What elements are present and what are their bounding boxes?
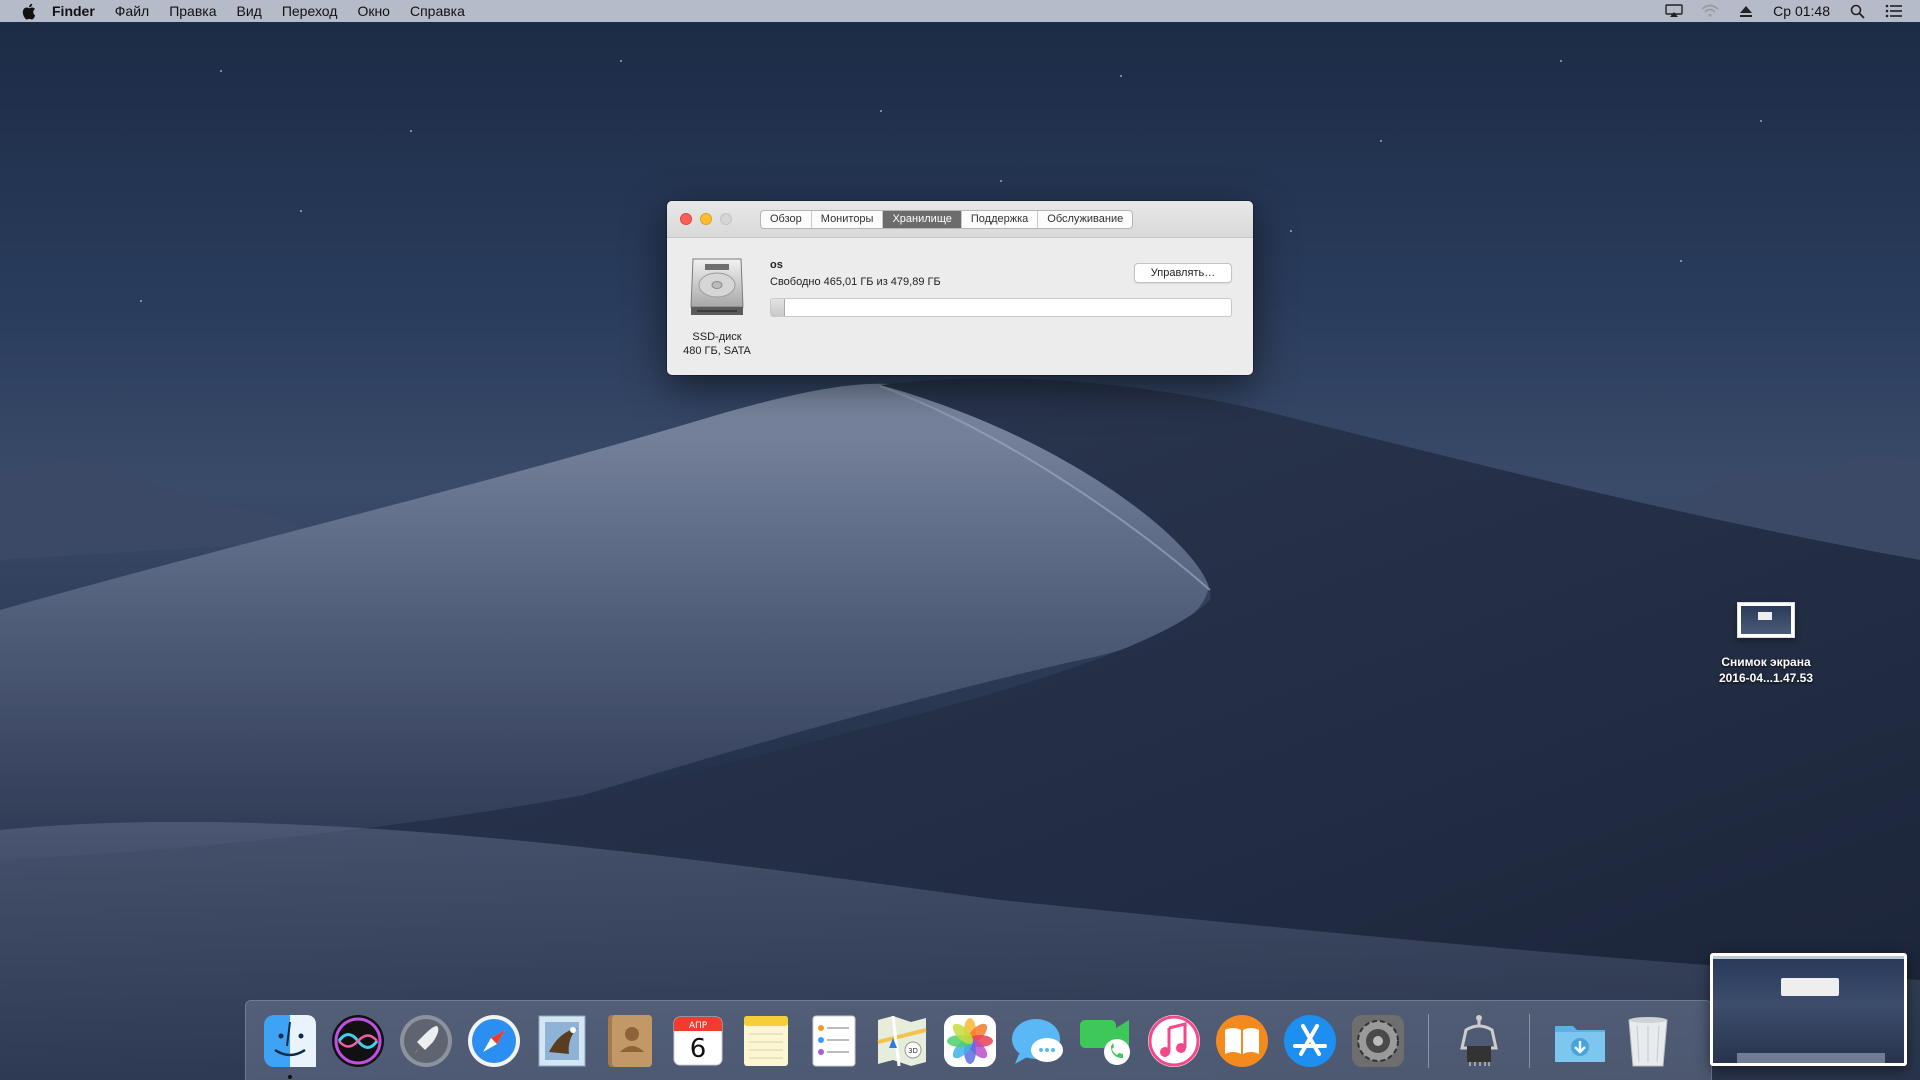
contacts-icon[interactable] <box>601 1012 659 1070</box>
spotlight-search-icon[interactable] <box>1848 3 1866 19</box>
system-preferences-icon[interactable] <box>1349 1012 1407 1070</box>
dock-separator <box>1529 1013 1530 1068</box>
desktop-file-label-line1: Снимок экрана <box>1721 655 1811 669</box>
eject-icon[interactable] <box>1737 3 1755 19</box>
facetime-icon[interactable] <box>1077 1012 1135 1070</box>
close-button[interactable] <box>680 213 692 225</box>
window-titlebar[interactable]: Обзор Мониторы Хранилище Поддержка Обслу… <box>667 201 1253 238</box>
menu-clock[interactable]: Ср 01:48 <box>1773 3 1830 19</box>
hard-disk-icon <box>687 255 747 317</box>
notification-center-icon[interactable] <box>1884 3 1902 19</box>
disk-spec: 480 ГБ, SATA <box>683 345 751 357</box>
tab-storage[interactable]: Хранилище <box>883 211 962 228</box>
desktop-file-label: Снимок экрана 2016-04...1.47.53 <box>1700 654 1832 686</box>
about-this-mac-window: Обзор Мониторы Хранилище Поддержка Обслу… <box>667 201 1253 375</box>
dock-separator <box>1428 1013 1429 1068</box>
manage-button[interactable]: Управлять… <box>1134 263 1232 283</box>
downloads-icon[interactable] <box>1551 1012 1609 1070</box>
maps-icon[interactable]: 3D <box>873 1012 931 1070</box>
menu-view[interactable]: Вид <box>227 0 272 22</box>
itunes-icon[interactable] <box>1145 1012 1203 1070</box>
segmented-tabs: Обзор Мониторы Хранилище Поддержка Обслу… <box>760 210 1134 229</box>
zoom-button <box>720 213 732 225</box>
minimize-button[interactable] <box>700 213 712 225</box>
menu-app-name[interactable]: Finder <box>52 0 105 22</box>
disk-type: SSD-диск <box>692 331 742 343</box>
mail-icon[interactable] <box>533 1012 591 1070</box>
screenshot-file-icon <box>1737 602 1795 638</box>
siri-icon[interactable] <box>329 1012 387 1070</box>
tab-displays[interactable]: Мониторы <box>812 211 884 228</box>
photos-icon[interactable] <box>941 1012 999 1070</box>
menu-go[interactable]: Переход <box>272 0 348 22</box>
system-information-icon[interactable] <box>1450 1012 1508 1070</box>
wifi-icon[interactable] <box>1701 3 1719 19</box>
menu-bar: Finder Файл Правка Вид Переход Окно Спра… <box>0 0 1920 22</box>
notes-icon[interactable] <box>737 1012 795 1070</box>
volume-name: os <box>770 259 783 271</box>
dock: АПР 6 3D <box>245 1000 1712 1080</box>
tab-support[interactable]: Поддержка <box>962 211 1039 228</box>
calendar-day: 6 <box>690 1034 707 1064</box>
disk-caption: SSD-диск 480 ГБ, SATA <box>673 330 761 358</box>
finder-icon[interactable] <box>261 1012 319 1079</box>
desktop-file-label-line2: 2016-04...1.47.53 <box>1718 671 1814 685</box>
storage-usage-bar <box>770 298 1232 317</box>
app-store-icon[interactable] <box>1281 1012 1339 1070</box>
menu-help[interactable]: Справка <box>400 0 475 22</box>
launchpad-icon[interactable] <box>397 1012 455 1070</box>
volume-free-space: Свободно 465,01 ГБ из 479,89 ГБ <box>770 276 941 288</box>
storage-usage-fill <box>771 299 786 316</box>
desktop-wallpaper <box>0 0 1920 1080</box>
calendar-month: АПР <box>689 1021 708 1031</box>
safari-icon[interactable] <box>465 1012 523 1070</box>
apple-menu-icon[interactable] <box>18 0 38 22</box>
menu-file[interactable]: Файл <box>105 0 159 22</box>
ibooks-icon[interactable] <box>1213 1012 1271 1070</box>
running-indicator <box>288 1074 292 1079</box>
calendar-icon[interactable]: АПР 6 <box>669 1012 727 1070</box>
menu-edit[interactable]: Правка <box>159 0 226 22</box>
tab-service[interactable]: Обслуживание <box>1038 211 1132 228</box>
tab-overview[interactable]: Обзор <box>761 211 812 228</box>
reminders-icon[interactable] <box>805 1012 863 1070</box>
screenshot-preview-thumbnail[interactable] <box>1710 953 1907 1066</box>
desktop-file-screenshot[interactable]: Снимок экрана 2016-04...1.47.53 <box>1700 602 1832 686</box>
svg-text:3D: 3D <box>908 1047 918 1055</box>
menu-window[interactable]: Окно <box>347 0 400 22</box>
trash-icon[interactable] <box>1619 1012 1677 1070</box>
messages-icon[interactable] <box>1009 1012 1067 1070</box>
airplay-icon[interactable] <box>1665 3 1683 19</box>
